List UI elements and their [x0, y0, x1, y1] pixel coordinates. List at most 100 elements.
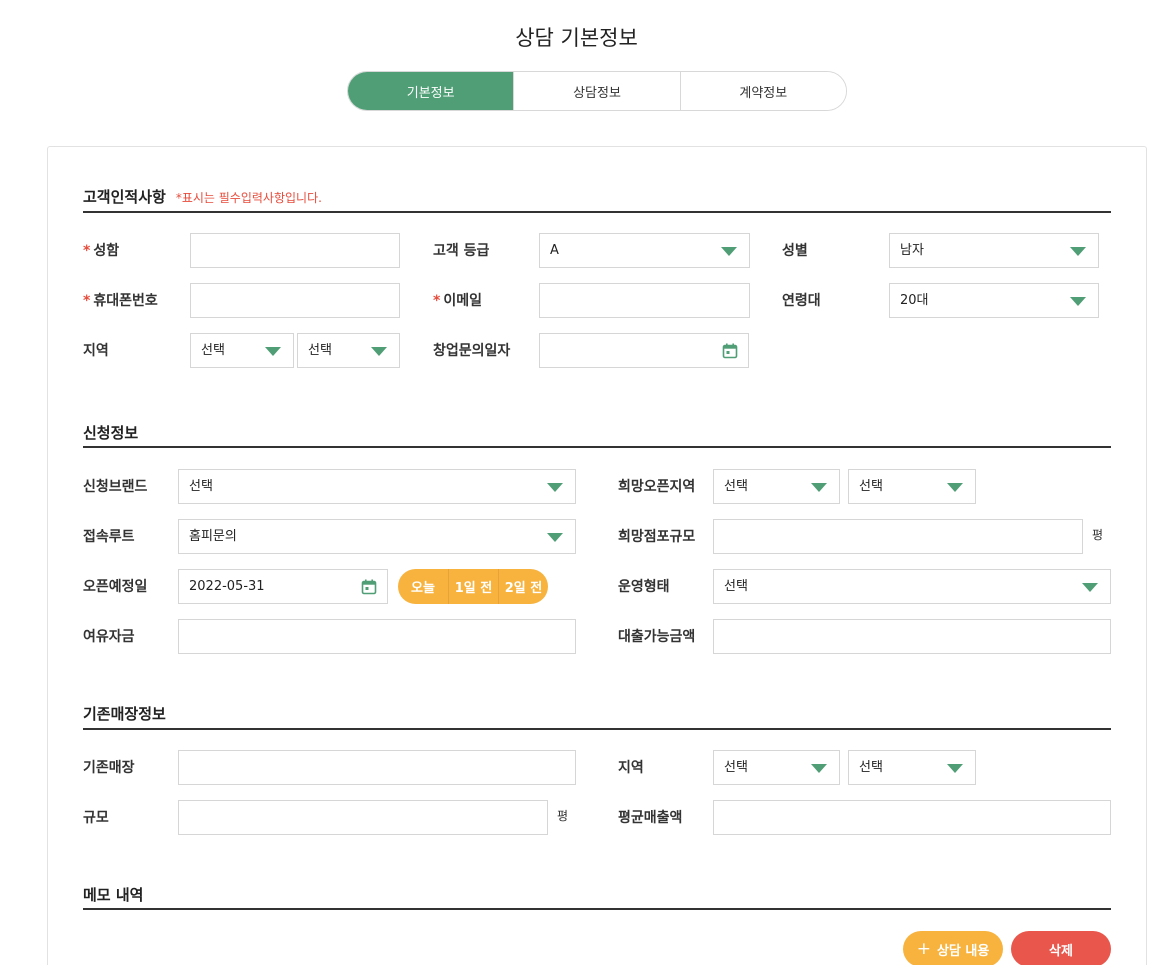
chevron-down-icon	[265, 347, 281, 356]
required-mark: *	[83, 293, 91, 309]
loan-label: 대출가능금액	[618, 629, 696, 645]
region-select-2-value: 선택	[308, 343, 332, 358]
section-customer-title-text: 고객인적사항	[83, 188, 166, 206]
region-select-2[interactable]: 선택	[297, 333, 400, 368]
existing-store-label: 기존매장	[83, 760, 135, 776]
avg-sales-label: 평균매출액	[618, 810, 683, 826]
brand-select[interactable]: 선택	[178, 469, 576, 504]
form-panel	[47, 146, 1147, 965]
inquiry-date-input[interactable]	[539, 333, 749, 368]
date-1day-ago-button[interactable]: 1일 전	[448, 569, 498, 604]
email-label-text: 이메일	[443, 293, 482, 309]
chevron-down-icon	[721, 247, 737, 256]
tab-contract-info[interactable]: 계약정보	[679, 72, 846, 110]
loan-input[interactable]	[713, 619, 1111, 654]
email-label: * 이메일	[433, 284, 482, 318]
chevron-down-icon	[1070, 247, 1086, 256]
delete-button[interactable]: 삭제	[1011, 931, 1111, 965]
add-consult-label: 상담 내용	[936, 943, 990, 959]
operation-label: 운영형태	[618, 579, 670, 595]
quick-date-buttons: 오늘 1일 전 2일 전	[398, 569, 548, 604]
open-region-select-2-value: 선택	[859, 479, 883, 494]
calendar-icon[interactable]	[361, 579, 377, 595]
existing-store-input[interactable]	[178, 750, 576, 785]
gender-select-value: 남자	[900, 243, 924, 258]
existing-size-input[interactable]	[178, 800, 548, 835]
add-consult-button[interactable]: + 상담 내용	[903, 931, 1003, 965]
existing-region-select-2[interactable]: 선택	[848, 750, 976, 785]
age-select[interactable]: 20대	[889, 283, 1099, 318]
name-label-text: 성함	[93, 243, 120, 259]
existing-region-select-1-value: 선택	[724, 760, 748, 775]
brand-label: 신청브랜드	[83, 479, 148, 495]
chevron-down-icon	[371, 347, 387, 356]
route-label: 접속루트	[83, 529, 135, 545]
brand-select-value: 선택	[189, 479, 213, 494]
operation-select[interactable]: 선택	[713, 569, 1111, 604]
open-date-input[interactable]: 2022-05-31	[178, 569, 388, 604]
open-date-value: 2022-05-31	[189, 579, 265, 594]
section-divider	[83, 446, 1111, 448]
existing-region-select-2-value: 선택	[859, 760, 883, 775]
page-title: 상담 기본정보	[515, 26, 638, 50]
chevron-down-icon	[1070, 297, 1086, 306]
open-region-select-1-value: 선택	[724, 479, 748, 494]
section-memo-title: 메모 내역	[83, 886, 144, 904]
grade-label: 고객 등급	[433, 243, 490, 259]
avg-sales-input[interactable]	[713, 800, 1111, 835]
phone-input[interactable]	[190, 283, 400, 318]
tab-bar: 기본정보 상담정보 계약정보	[347, 71, 847, 111]
existing-size-label: 규모	[83, 810, 109, 826]
unit-pyeong: 평	[1092, 528, 1104, 542]
chevron-down-icon	[1082, 583, 1098, 592]
open-region-label: 희망오픈지역	[618, 479, 696, 495]
chevron-down-icon	[811, 483, 827, 492]
plus-icon: +	[916, 939, 931, 959]
name-label: * 성함	[83, 234, 119, 268]
existing-region-select-1[interactable]: 선택	[713, 750, 840, 785]
calendar-icon[interactable]	[722, 343, 738, 359]
name-input[interactable]	[190, 233, 400, 268]
phone-label: * 휴대폰번호	[83, 284, 158, 318]
required-mark: *	[83, 243, 91, 259]
section-divider	[83, 908, 1111, 910]
region-select-1-value: 선택	[201, 343, 225, 358]
phone-label-text: 휴대폰번호	[93, 293, 158, 309]
chevron-down-icon	[811, 764, 827, 773]
region-label: 지역	[83, 343, 109, 359]
grade-select-value: A	[550, 243, 559, 258]
age-select-value: 20대	[900, 293, 929, 308]
existing-region-label: 지역	[618, 760, 644, 776]
chevron-down-icon	[547, 483, 563, 492]
gender-select[interactable]: 남자	[889, 233, 1099, 268]
funds-input[interactable]	[178, 619, 576, 654]
region-select-1[interactable]: 선택	[190, 333, 294, 368]
open-date-label: 오픈예정일	[83, 579, 148, 595]
route-select-value: 홈피문의	[189, 529, 237, 544]
date-2days-ago-button[interactable]: 2일 전	[498, 569, 548, 604]
required-mark: *	[433, 293, 441, 309]
chevron-down-icon	[547, 533, 563, 542]
store-size-input[interactable]	[713, 519, 1083, 554]
open-region-select-1[interactable]: 선택	[713, 469, 840, 504]
open-region-select-2[interactable]: 선택	[848, 469, 976, 504]
section-application-title: 신청정보	[83, 424, 139, 442]
chevron-down-icon	[947, 483, 963, 492]
required-note: *표시는 필수입력사항입니다.	[175, 191, 322, 205]
chevron-down-icon	[947, 764, 963, 773]
section-divider	[83, 728, 1111, 730]
unit-pyeong: 평	[557, 809, 569, 823]
tab-consult-info[interactable]: 상담정보	[513, 72, 680, 110]
inquiry-date-label: 창업문의일자	[433, 343, 511, 359]
email-input[interactable]	[539, 283, 750, 318]
section-customer-title: 고객인적사항 *표시는 필수입력사항입니다.	[83, 186, 322, 207]
funds-label: 여유자금	[83, 629, 135, 645]
route-select[interactable]: 홈피문의	[178, 519, 576, 554]
date-today-button[interactable]: 오늘	[398, 569, 448, 604]
store-size-label: 희망점포규모	[618, 529, 696, 545]
grade-select[interactable]: A	[539, 233, 750, 268]
age-label: 연령대	[782, 293, 821, 309]
gender-label: 성별	[782, 243, 808, 259]
section-existing-title: 기존매장정보	[83, 705, 166, 723]
tab-basic-info[interactable]: 기본정보	[348, 72, 514, 110]
